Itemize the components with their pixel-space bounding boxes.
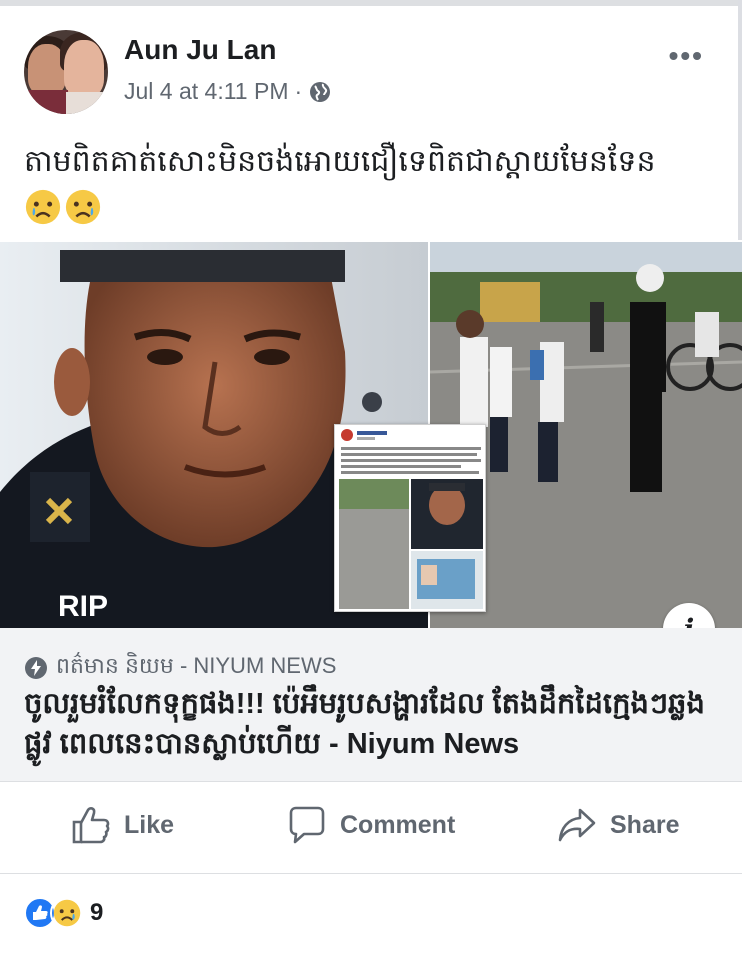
share-icon xyxy=(558,808,596,842)
reaction-summary[interactable]: 9 xyxy=(24,896,103,930)
post-text: តាមពិតគាត់សោះមិនចង់អោយជឿទេពិតជាស្ដាយមែនទ… xyxy=(24,145,656,178)
lightning-icon xyxy=(25,657,47,679)
shared-post-screenshot xyxy=(334,424,486,612)
more-options-button[interactable]: ••• xyxy=(669,42,704,70)
author-name[interactable]: Aun Ju Lan xyxy=(124,34,276,66)
comment-icon xyxy=(289,806,325,844)
post-emojis xyxy=(24,188,102,226)
sad-reaction-icon xyxy=(50,896,84,930)
action-bar: Like Comment Share xyxy=(0,782,742,874)
share-label: Share xyxy=(610,810,680,839)
post-meta: Jul 4 at 4:11 PM · xyxy=(124,78,332,105)
link-source: ពត៌មាន និយម - NIYUM NEWS xyxy=(24,652,336,684)
comment-button[interactable]: Comment xyxy=(286,804,455,846)
meta-separator: · xyxy=(294,78,303,104)
share-button[interactable]: Share xyxy=(556,804,679,846)
reaction-count: 9 xyxy=(90,899,104,926)
link-headline[interactable]: ចូលរួមរំលែកទុក្ខផង!!! ប៉េអឹមរូបសង្ហារដែល… xyxy=(24,684,724,764)
comment-label: Comment xyxy=(340,810,456,839)
link-source-label: ពត៌មាន និយម - NIYUM NEWS xyxy=(56,653,337,678)
globe-icon xyxy=(310,81,331,102)
timestamp[interactable]: Jul 4 at 4:11 PM xyxy=(124,78,289,105)
like-label: Like xyxy=(124,810,175,839)
like-button[interactable]: Like xyxy=(70,804,174,846)
link-preview[interactable]: ពត៌មាន និយម - NIYUM NEWS ចូលរួមរំលែកទុក្… xyxy=(0,628,742,782)
post-header: Aun Ju Lan Jul 4 at 4:11 PM · ••• xyxy=(0,6,742,126)
rip-caption: RIP xyxy=(58,590,109,623)
avatar[interactable] xyxy=(24,30,108,114)
crying-face-icon xyxy=(25,189,61,225)
thumbs-up-icon xyxy=(72,807,110,844)
crying-face-icon xyxy=(65,189,101,225)
